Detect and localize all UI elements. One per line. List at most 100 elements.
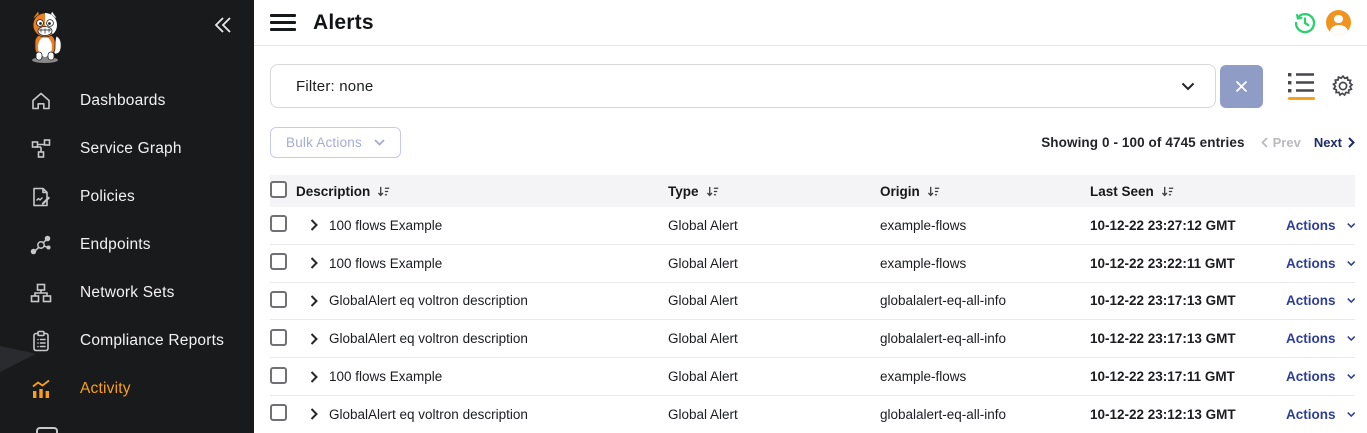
showing-entries-text: Showing 0 - 100 of 4745 entries <box>1041 135 1244 150</box>
sidebar: Dashboards Service Graph <box>0 0 254 433</box>
network-sets-icon <box>30 282 52 304</box>
sort-icon[interactable] <box>377 185 390 198</box>
chevron-down-icon <box>1347 297 1355 304</box>
filter-value: Filter: none <box>296 78 373 95</box>
sidebar-item-label: Network Sets <box>80 284 175 302</box>
row-actions-menu[interactable]: Actions <box>1286 293 1355 308</box>
page-title: Alerts <box>313 11 374 35</box>
alert-origin: example-flows <box>880 218 1090 233</box>
chevron-down-icon <box>1347 411 1355 418</box>
user-avatar-icon[interactable] <box>1326 10 1351 35</box>
alert-type: Global Alert <box>668 218 880 233</box>
app-window: Dashboards Service Graph <box>0 0 1367 433</box>
table-row: GlobalAlert eq voltron description Globa… <box>270 320 1355 358</box>
sidebar-item-endpoints[interactable]: Endpoints <box>0 221 254 269</box>
alert-last-seen: 10-12-22 23:22:11 GMT <box>1090 256 1286 271</box>
sidebar-item-label: Compliance Reports <box>80 332 224 350</box>
filter-select[interactable]: Filter: none <box>270 64 1216 108</box>
sidebar-collapse-button[interactable] <box>210 12 236 38</box>
row-actions-menu[interactable]: Actions <box>1286 407 1355 422</box>
sort-icon[interactable] <box>927 185 940 198</box>
settings-button[interactable] <box>1331 74 1355 98</box>
column-header-description[interactable]: Description <box>296 184 370 199</box>
next-page-button[interactable]: Next <box>1314 135 1355 150</box>
expand-row-icon[interactable] <box>310 333 318 345</box>
filter-row: Filter: none <box>270 64 1355 108</box>
row-actions-menu[interactable]: Actions <box>1286 218 1355 233</box>
list-view-toggle[interactable] <box>1288 72 1315 100</box>
compliance-reports-icon <box>30 330 52 352</box>
chevron-right-icon <box>1348 137 1355 148</box>
toolbar-row: Bulk Actions Showing 0 - 100 of 4745 ent… <box>270 127 1355 158</box>
close-icon <box>1235 80 1248 93</box>
partial-menu-item-icon <box>36 427 58 433</box>
alert-last-seen: 10-12-22 23:17:13 GMT <box>1090 293 1286 308</box>
expand-row-icon[interactable] <box>310 295 318 307</box>
row-checkbox[interactable] <box>270 329 287 346</box>
sidebar-item-label: Dashboards <box>80 92 166 110</box>
row-actions-menu[interactable]: Actions <box>1286 256 1355 271</box>
clear-filter-button[interactable] <box>1220 65 1263 108</box>
alert-last-seen: 10-12-22 23:17:11 GMT <box>1090 369 1286 384</box>
alert-type: Global Alert <box>668 293 880 308</box>
chevron-left-icon <box>1261 137 1268 148</box>
alert-type: Global Alert <box>668 256 880 271</box>
table-row: 100 flows Example Global Alert example-f… <box>270 245 1355 283</box>
row-checkbox[interactable] <box>270 215 287 232</box>
sidebar-item-label: Service Graph <box>80 140 182 158</box>
column-header-origin[interactable]: Origin <box>880 184 920 199</box>
column-header-type[interactable]: Type <box>668 184 699 199</box>
table-row: GlobalAlert eq voltron description Globa… <box>270 283 1355 321</box>
table-header-row: Description Type Origin Last Seen <box>270 175 1355 207</box>
select-all-checkbox[interactable] <box>270 181 287 198</box>
sidebar-item-compliance-reports[interactable]: Compliance Reports <box>0 317 254 365</box>
sidebar-item-dashboards[interactable]: Dashboards <box>0 77 254 125</box>
gear-icon <box>1331 74 1355 98</box>
alert-origin: example-flows <box>880 369 1090 384</box>
double-chevron-left-icon <box>213 16 233 34</box>
row-checkbox[interactable] <box>270 291 287 308</box>
sort-icon[interactable] <box>1161 185 1174 198</box>
expand-row-icon[interactable] <box>310 219 318 231</box>
expand-row-icon[interactable] <box>310 371 318 383</box>
table-row: 100 flows Example Global Alert example-f… <box>270 358 1355 396</box>
alert-origin: globalalert-eq-all-info <box>880 407 1090 422</box>
bulk-actions-label: Bulk Actions <box>286 135 362 150</box>
column-header-last-seen[interactable]: Last Seen <box>1090 184 1154 199</box>
alert-type: Global Alert <box>668 331 880 346</box>
service-graph-icon <box>30 138 52 160</box>
content-area: Filter: none <box>254 46 1367 433</box>
alert-description: 100 flows Example <box>329 256 442 271</box>
alert-last-seen: 10-12-22 23:12:13 GMT <box>1090 407 1286 422</box>
history-icon[interactable] <box>1292 10 1318 36</box>
row-actions-menu[interactable]: Actions <box>1286 331 1355 346</box>
alerts-table: Description Type Origin Last Seen <box>270 175 1355 433</box>
endpoints-icon <box>30 234 52 256</box>
bulk-actions-button[interactable]: Bulk Actions <box>270 127 401 158</box>
alert-origin: example-flows <box>880 256 1090 271</box>
chevron-down-icon <box>1347 335 1355 342</box>
row-actions-menu[interactable]: Actions <box>1286 369 1355 384</box>
alert-type: Global Alert <box>668 369 880 384</box>
sidebar-nav: Dashboards Service Graph <box>0 77 254 413</box>
expand-row-icon[interactable] <box>310 408 318 420</box>
sidebar-item-service-graph[interactable]: Service Graph <box>0 125 254 173</box>
chevron-down-icon <box>374 139 385 146</box>
activity-icon <box>30 378 52 400</box>
sidebar-item-network-sets[interactable]: Network Sets <box>0 269 254 317</box>
topbar-actions <box>1292 10 1351 36</box>
row-checkbox[interactable] <box>270 367 287 384</box>
prev-page-button[interactable]: Prev <box>1261 135 1301 150</box>
row-checkbox[interactable] <box>270 404 287 421</box>
pagination: Showing 0 - 100 of 4745 entries Prev Nex… <box>1041 135 1355 150</box>
sort-icon[interactable] <box>706 185 719 198</box>
chevron-down-icon <box>1347 222 1355 229</box>
sidebar-item-policies[interactable]: Policies <box>0 173 254 221</box>
expand-row-icon[interactable] <box>310 257 318 269</box>
alert-description: 100 flows Example <box>329 369 442 384</box>
sidebar-item-activity[interactable]: Activity <box>0 365 254 413</box>
sidebar-item-label: Policies <box>80 188 135 206</box>
menu-icon[interactable] <box>270 14 296 31</box>
alert-description: GlobalAlert eq voltron description <box>329 331 528 346</box>
row-checkbox[interactable] <box>270 253 287 270</box>
